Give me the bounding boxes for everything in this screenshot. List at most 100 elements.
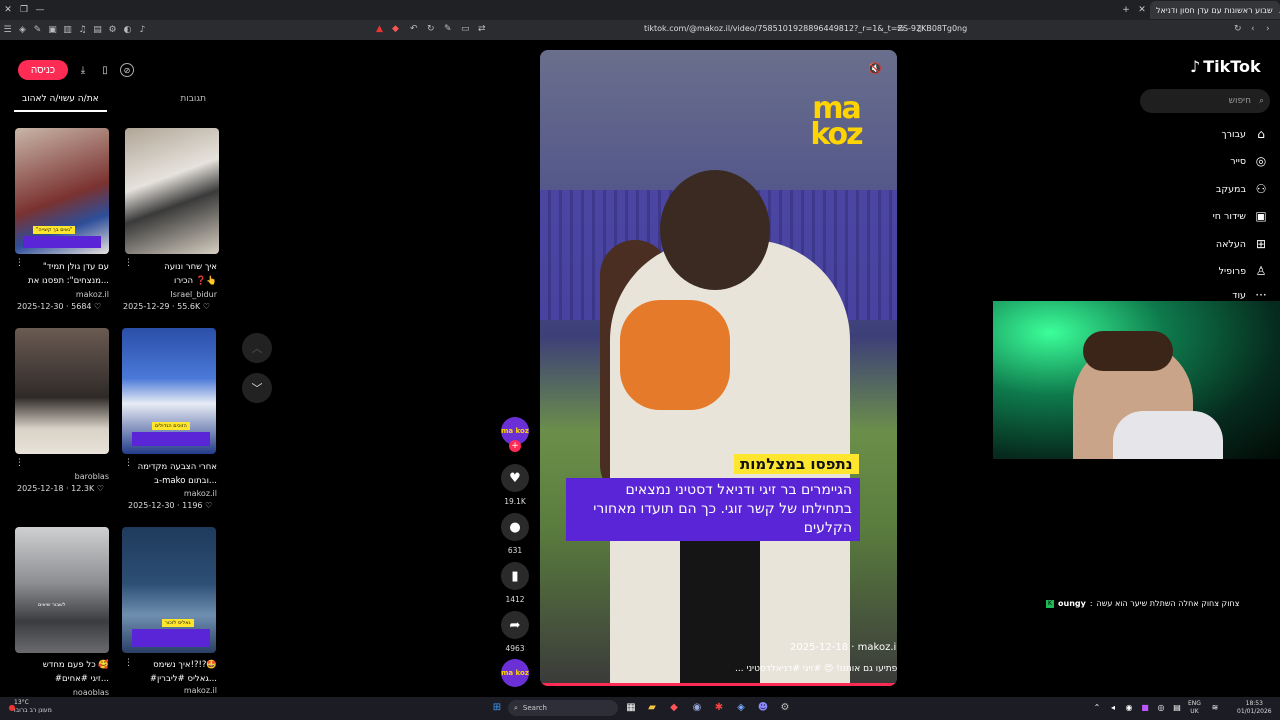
- video-thumbnail[interactable]: הזוכים הגדולים: [122, 328, 216, 454]
- login-button[interactable]: כניסה: [18, 60, 68, 80]
- restore-window-icon[interactable]: ❐: [16, 5, 32, 15]
- extensions-icon[interactable]: ⚙: [105, 25, 120, 35]
- video-date-user[interactable]: 2025-12-18 · makoz.il: [790, 642, 897, 653]
- discord-icon[interactable]: ☻: [756, 701, 770, 715]
- card-username[interactable]: Israel_bidur: [117, 290, 217, 299]
- compass-icon[interactable]: ⊘: [120, 63, 134, 77]
- card-username[interactable]: makoz.il: [117, 686, 217, 695]
- card-title[interactable]: כל פעם מחדש 🥰: [9, 658, 109, 672]
- card-title[interactable]: אחרי הצבעה מקדימה: [117, 460, 217, 474]
- weather-widget[interactable]: 13°C מעונן רב ברובו: [14, 699, 52, 715]
- tray-app-icon[interactable]: ▤: [1170, 701, 1184, 715]
- card-title-line2[interactable]: #זיגי #אחים...: [9, 672, 109, 686]
- reload-icon[interactable]: ↻: [1234, 24, 1242, 34]
- sound-avatar[interactable]: ma koz: [501, 659, 529, 687]
- tray-overflow-icon[interactable]: ⌃: [1090, 701, 1104, 715]
- card-title[interactable]: "עם עדן גולן תמיד: [9, 260, 109, 274]
- save-button[interactable]: ▮: [501, 562, 529, 590]
- card-title[interactable]: איך נשימס!?!?🤩: [117, 658, 217, 672]
- tray-app-icon[interactable]: ◎: [1154, 701, 1168, 715]
- language-indicator[interactable]: ENG UK: [1188, 700, 1201, 716]
- card-username[interactable]: noaoblas: [9, 688, 109, 697]
- video-thumbnail[interactable]: לשבור שיאים: [15, 527, 109, 653]
- search-input[interactable]: חיפוש ⌕: [1140, 89, 1270, 113]
- sidebar-item-explore[interactable]: סייר ◎: [1150, 152, 1268, 170]
- card-title-line2[interactable]: #גאליס #ליברין...: [117, 672, 217, 686]
- sidebar-icon[interactable]: ▥: [60, 25, 75, 35]
- shield-icon[interactable]: ◈: [15, 25, 30, 35]
- phone-icon[interactable]: ▯: [98, 65, 112, 76]
- active-tab[interactable]: שבוע ראשונות עם עדן חסון ודניאל ♪: [1150, 1, 1280, 19]
- nav-back-icon[interactable]: ‹: [1251, 24, 1255, 34]
- card-title-line2[interactable]: מנצחים": תפסנו את...: [9, 274, 109, 288]
- share-button[interactable]: ➦: [501, 611, 529, 639]
- sidebar-item-live[interactable]: שידור חי ▣: [1150, 207, 1268, 225]
- cast-icon[interactable]: ▭: [461, 24, 470, 34]
- left-top-controls: כניסה ⤓ ▯ ⊘: [18, 60, 134, 80]
- card-title-line2[interactable]: הכירו ❓👆: [117, 274, 217, 288]
- back-icon[interactable]: ↶: [410, 24, 418, 34]
- volume-icon[interactable]: 🔇: [868, 62, 882, 75]
- sidebar-item-for-you[interactable]: עבורך ⌂: [1150, 125, 1268, 143]
- tray-app-icon[interactable]: ◉: [1122, 701, 1136, 715]
- video-thumbnail[interactable]: [15, 328, 109, 454]
- video-description[interactable]: הפתיעו גם אותנו! 😍 #זיגי #דניאלדסטיני ..…: [735, 664, 897, 674]
- tray-app-icon[interactable]: ◂: [1106, 701, 1120, 715]
- sidebar-item-more[interactable]: עוד ···: [1150, 290, 1268, 300]
- tab-comments[interactable]: תגובות: [172, 90, 214, 112]
- card-title-line2[interactable]: ב-mako ובתום...: [117, 474, 217, 488]
- brave-browser-icon[interactable]: ◆: [667, 701, 681, 715]
- settings-icon[interactable]: ⚙: [778, 701, 792, 715]
- tiktok-logo[interactable]: ♪ TikTok: [1190, 57, 1261, 76]
- card-username[interactable]: makoz.il: [117, 489, 217, 498]
- sidebar-item-profile[interactable]: פרופיל ♙: [1150, 262, 1268, 280]
- file-explorer-icon[interactable]: ▰: [645, 701, 659, 715]
- menu-icon[interactable]: ☰: [0, 25, 15, 35]
- more-options-icon[interactable]: ⋮: [15, 458, 24, 468]
- video-progress-bar[interactable]: [540, 683, 897, 686]
- previous-video-button[interactable]: ︿: [242, 333, 272, 363]
- speaker-icon[interactable]: ♪: [135, 25, 150, 35]
- close-tab-icon[interactable]: ✕: [1134, 5, 1150, 15]
- video-thumbnail[interactable]: גאליס לזכור: [122, 527, 216, 653]
- brave-shield-icon[interactable]: ◆: [392, 24, 399, 34]
- card-username[interactable]: makoz.il: [9, 290, 109, 299]
- card-username[interactable]: baroblas: [9, 472, 109, 481]
- taskbar-clock[interactable]: 18:53 01/01/2026: [1237, 700, 1272, 716]
- wallet-icon[interactable]: ▤: [90, 25, 105, 35]
- video-player[interactable]: ma koz 🔇 נתפסו במצלמות הגיימרים בר זיגי ו…: [540, 50, 897, 686]
- video-thumbnail[interactable]: "גאים בך קיצייה": [15, 128, 109, 254]
- video-thumbnail[interactable]: [125, 128, 219, 254]
- tray-app-icon[interactable]: ■: [1138, 701, 1152, 715]
- close-window-icon[interactable]: ✕: [0, 5, 16, 15]
- windows-start-icon[interactable]: ⊞: [490, 701, 504, 715]
- sidebar-item-following[interactable]: במעקב ⚇: [1150, 180, 1268, 198]
- taskbar-search-input[interactable]: ⌕ Search: [508, 700, 618, 716]
- app-icon[interactable]: ◈: [734, 701, 748, 715]
- minimize-window-icon[interactable]: —: [32, 5, 48, 15]
- app-icon[interactable]: ✱: [712, 701, 726, 715]
- comment-button[interactable]: ●: [501, 513, 529, 541]
- pen-icon[interactable]: ✎: [30, 25, 45, 35]
- steam-icon[interactable]: ◉: [690, 701, 704, 715]
- like-button[interactable]: ♥: [501, 464, 529, 492]
- screenshot-icon[interactable]: ▣: [45, 25, 60, 35]
- card-title[interactable]: איך שחר ונועה: [117, 260, 217, 274]
- refresh-icon[interactable]: ↻: [427, 24, 435, 34]
- follow-button[interactable]: +: [509, 440, 521, 452]
- next-video-button[interactable]: ﹀: [242, 373, 272, 403]
- edit-icon[interactable]: ✎: [444, 24, 452, 34]
- music-icon[interactable]: ♫: [75, 25, 90, 35]
- nav-forward-icon[interactable]: ›: [1266, 24, 1270, 34]
- tab-you-may-like[interactable]: את/ה עשוי/ה לאהוב: [14, 90, 107, 112]
- wifi-icon[interactable]: ≋: [1208, 701, 1222, 715]
- sidebar-item-upload[interactable]: העלאה ⊞: [1150, 235, 1268, 253]
- vpn-icon[interactable]: ◐: [120, 25, 135, 35]
- warning-icon[interactable]: ▲: [376, 24, 383, 34]
- bookmark-icon[interactable]: ▯: [917, 24, 922, 34]
- new-tab-icon[interactable]: +: [1118, 5, 1134, 15]
- download-icon[interactable]: ⤓: [76, 65, 90, 76]
- share-url-icon[interactable]: ⇋: [897, 24, 905, 34]
- task-view-icon[interactable]: ▦: [624, 701, 638, 715]
- translate-icon[interactable]: ⇄: [478, 24, 486, 34]
